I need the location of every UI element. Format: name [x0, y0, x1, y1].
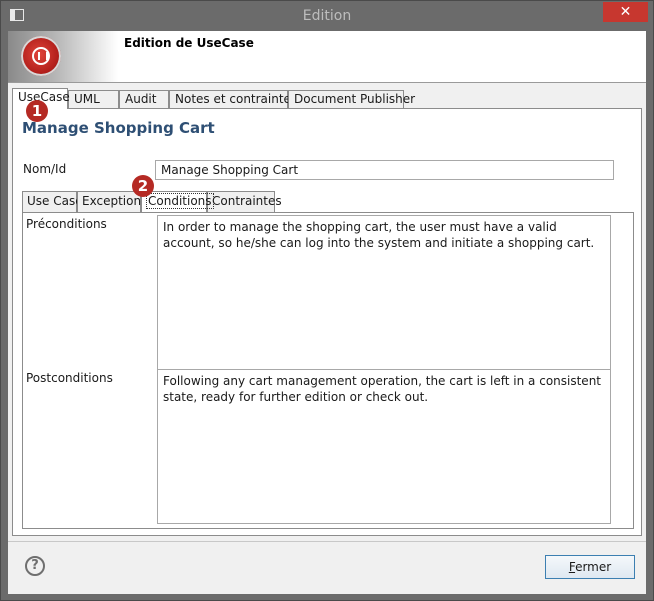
callout-badge-1: 1: [26, 100, 48, 122]
tab-audit[interactable]: Audit: [119, 90, 169, 108]
dialog-header: Edition de UseCase: [8, 31, 646, 83]
conditions-panel: Préconditions In order to manage the sho…: [22, 212, 634, 529]
window-title: Edition: [302, 8, 352, 24]
help-icon[interactable]: ?: [25, 556, 45, 576]
postconditions-textarea[interactable]: Following any cart management operation,…: [157, 369, 611, 524]
tab-notes-et-contraintes[interactable]: Notes et contraintes: [169, 90, 297, 108]
name-id-label: Nom/Id: [23, 162, 67, 176]
usecase-section-title: Manage Shopping Cart: [22, 119, 215, 137]
tab-conditions-label: Conditions: [146, 193, 214, 209]
window-close-button[interactable]: ✕: [603, 2, 648, 22]
tab-conditions[interactable]: Conditions: [141, 191, 214, 212]
dialog-client-area: Edition de UseCase UseCase UML Audit Not…: [8, 31, 646, 594]
usecase-panel: Manage Shopping Cart Nom/Id Manage Shopp…: [12, 108, 642, 536]
title-bar[interactable]: Edition ✕: [1, 1, 653, 31]
usecase-detail-tabs: Use Case Exceptions Conditions Contraint…: [22, 191, 634, 529]
callout-badge-2: 2: [132, 175, 154, 197]
tab-use-case[interactable]: Use Case: [22, 191, 83, 212]
footer-separator: [8, 541, 646, 542]
dialog-header-title: Edition de UseCase: [124, 36, 254, 50]
fermer-button[interactable]: Fermer: [545, 555, 635, 579]
fermer-label-rest: ermer: [575, 560, 612, 574]
tab-contraintes[interactable]: Contraintes: [207, 191, 282, 212]
project-logo-icon: [21, 36, 61, 76]
name-id-field[interactable]: Manage Shopping Cart: [155, 160, 614, 180]
preconditions-textarea[interactable]: In order to manage the shopping cart, th…: [157, 215, 611, 370]
preconditions-label: Préconditions: [26, 217, 107, 231]
tab-uml[interactable]: UML: [68, 90, 119, 108]
tab-exceptions[interactable]: Exceptions: [77, 191, 147, 212]
edition-window: Edition ✕ Edition de UseCase UseCase UML…: [0, 0, 654, 601]
postconditions-label: Postconditions: [26, 371, 113, 385]
tab-document-publisher[interactable]: Document Publisher: [288, 90, 415, 108]
